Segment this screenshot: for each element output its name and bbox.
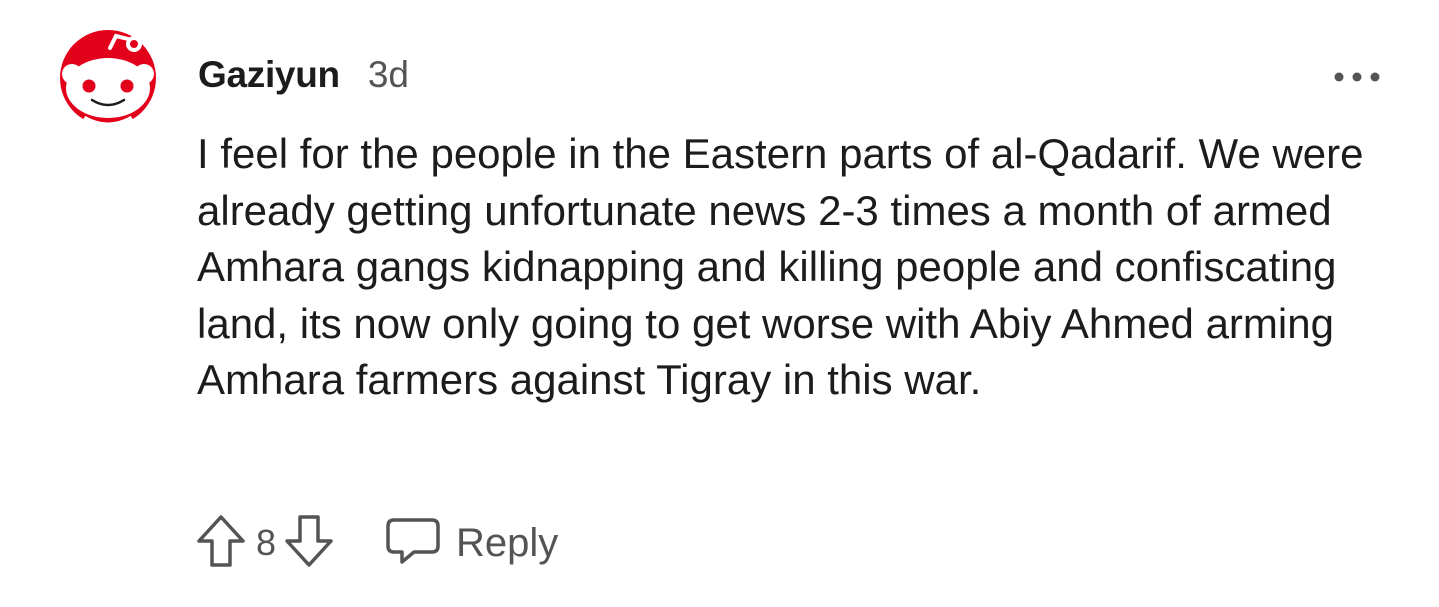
downvote-arrow-icon: [283, 513, 335, 574]
upvote-button[interactable]: [192, 512, 250, 574]
vote-score: 8: [256, 522, 277, 563]
comment-body: I feel for the people in the Eastern par…: [197, 130, 1364, 403]
comment-author[interactable]: Gaziyun: [198, 54, 340, 96]
speech-bubble-icon: [384, 516, 442, 571]
comment-actions: 8 Reply: [192, 512, 558, 574]
reply-button[interactable]: Reply: [384, 516, 558, 571]
comment: Gaziyun 3d I feel for the people in the …: [0, 0, 1439, 607]
upvote-arrow-icon: [195, 513, 247, 574]
downvote-button[interactable]: [280, 512, 338, 574]
comment-header: Gaziyun 3d: [198, 54, 409, 104]
snoo-avatar-icon[interactable]: [54, 28, 162, 128]
reply-label: Reply: [456, 520, 559, 565]
comment-age: 3d: [367, 54, 409, 95]
more-options-icon[interactable]: [1331, 64, 1383, 90]
